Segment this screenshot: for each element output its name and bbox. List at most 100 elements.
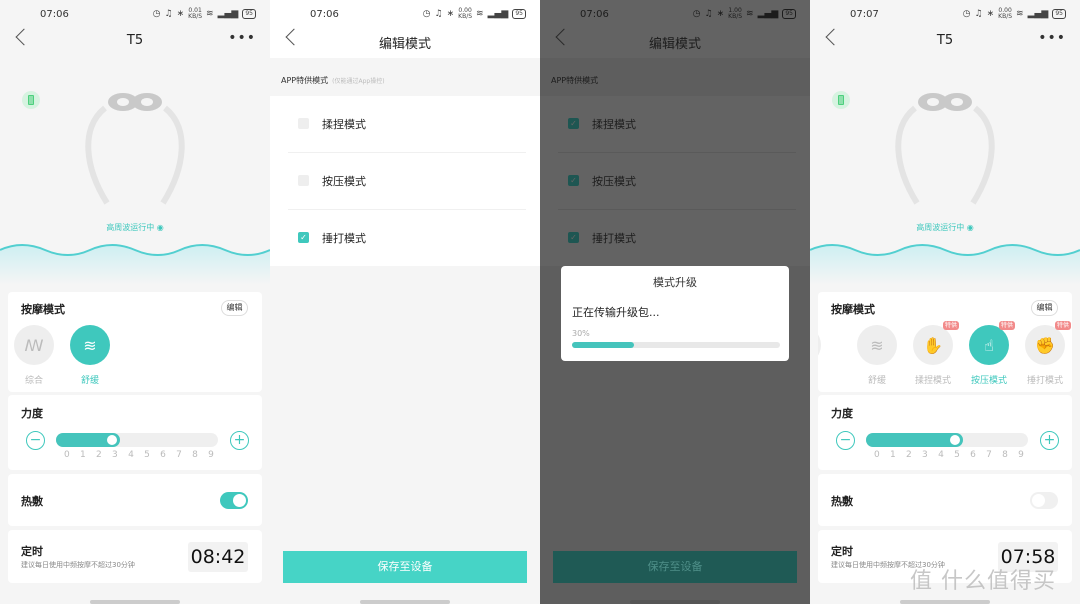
tick-label: 4 [128, 450, 134, 460]
mode-option-selected[interactable]: ≋ 舒缓 [62, 325, 118, 386]
battery-icon [832, 91, 850, 109]
massage-mode-title: 按摩模式 [831, 303, 875, 316]
tick-label: 1 [890, 450, 896, 460]
timer-hint: 建议每日使用中频按摩不超过30分钟 [21, 561, 135, 569]
device-image [895, 93, 995, 205]
section-label: APP特供模式 (仅能通过App操控) [281, 76, 385, 85]
fist-icon: ✊ 特供 [1025, 321, 1071, 365]
slider-knob[interactable] [106, 434, 118, 446]
network-speed: 1.00 KB/S [728, 7, 743, 20]
mode-row[interactable]: 按压模式 [270, 153, 540, 210]
status-icons: ◷ ♫ ∗ 0.00 KB/S ≋ ▂▄▆ 95 [423, 8, 526, 20]
status-icons: ◷ ♫ ∗ 0.00 KB/S ≋ ▂▄▆ 95 [963, 8, 1066, 20]
alarm-icon: ◷ [692, 9, 701, 19]
mode-option-partial[interactable] [818, 325, 829, 365]
mode-option[interactable]: ꟿ 综合 [6, 325, 62, 386]
massage-mode-card: 按摩模式 编辑 ≋ 舒缓 ✋ 特供 揉捏模式 ☝ 特供 按压模式 ✊ 特供 捶打模式 [818, 292, 1072, 392]
bluetooth-icon: ∗ [176, 9, 185, 19]
home-indicator[interactable] [630, 600, 720, 604]
home-indicator[interactable] [900, 600, 990, 604]
heat-title: 热敷 [21, 495, 43, 508]
decrease-button[interactable]: − [836, 431, 855, 450]
save-to-device-button[interactable]: 保存至设备 [283, 551, 527, 583]
heat-card: 热敷 [818, 474, 1072, 526]
bluetooth-icon: ∗ [986, 9, 995, 19]
heat-toggle[interactable] [220, 492, 248, 509]
slider-knob[interactable] [949, 434, 961, 446]
network-speed: 0.00 KB/S [458, 7, 473, 20]
bluetooth-icon: ∗ [716, 9, 725, 19]
heat-toggle[interactable] [1030, 492, 1058, 509]
dialog-title: 模式升级 [653, 276, 697, 289]
checkbox[interactable] [298, 175, 309, 186]
intensity-ticks: 0123456789 [64, 450, 214, 460]
timer-value[interactable]: 08:42 [188, 542, 248, 572]
mode-row[interactable]: ✓ 捶打模式 [540, 210, 810, 267]
checkbox[interactable] [298, 118, 309, 129]
status-time: 07:07 [850, 9, 879, 20]
wifi-icon: ≋ [206, 9, 214, 19]
mode-row[interactable]: ✓ 揉捏模式 [540, 96, 810, 153]
tick-label: 5 [954, 450, 960, 460]
increase-button[interactable]: + [1040, 431, 1059, 450]
intensity-slider[interactable] [56, 433, 218, 447]
signal-icon: ▂▄▆ [757, 9, 779, 19]
battery-icon [22, 91, 40, 109]
checkbox-checked: ✓ [568, 118, 579, 129]
mode-list: ✓ 揉捏模式 ✓ 按压模式 ✓ 捶打模式 [540, 96, 810, 266]
signal-icon: ▂▄▆ [487, 9, 509, 19]
alarm-icon: ◷ [152, 9, 161, 19]
device-image [85, 93, 185, 205]
timer-title: 定时 [21, 545, 43, 558]
more-button[interactable]: ••• [228, 30, 256, 46]
dialog-message: 正在传输升级包... [572, 306, 660, 319]
tick-label: 0 [64, 450, 70, 460]
status-time: 07:06 [310, 9, 339, 20]
mode-option[interactable]: ✊ 特供 捶打模式 [1017, 321, 1072, 386]
mode-option[interactable]: ✋ 特供 揉捏模式 [905, 321, 961, 386]
timer-title: 定时 [831, 545, 853, 558]
intensity-slider[interactable] [866, 433, 1028, 447]
waves-icon: ≋ [857, 325, 897, 365]
checkbox-checked[interactable]: ✓ [298, 232, 309, 243]
home-indicator[interactable] [90, 600, 180, 604]
tick-label: 4 [938, 450, 944, 460]
status-icons: ◷ ♫ ∗ 0.01 KB/S ≋ ▂▄▆ 95 [153, 8, 256, 20]
mode-row[interactable]: 揉捏模式 [270, 96, 540, 153]
mode-row[interactable]: ✓ 按压模式 [540, 153, 810, 210]
mode-option[interactable]: ≋ 舒缓 [849, 325, 905, 386]
edit-button[interactable]: 编辑 [1031, 300, 1058, 316]
page-title: 编辑模式 [648, 37, 701, 52]
timer-card: 定时 建议每日使用中频按摩不超过30分钟 08:42 [8, 530, 262, 583]
save-to-device-button[interactable]: 保存至设备 [553, 551, 797, 583]
signal-icon: ▂▄▆ [1027, 9, 1049, 19]
tick-label: 1 [80, 450, 86, 460]
tick-label: 2 [96, 450, 102, 460]
tick-label: 3 [922, 450, 928, 460]
special-badge: 特供 [998, 321, 1015, 330]
mute-icon: ♫ [164, 9, 173, 19]
home-indicator[interactable] [360, 600, 450, 604]
mode-row[interactable]: ✓ 捶打模式 [270, 210, 540, 267]
more-button[interactable]: ••• [1038, 30, 1066, 46]
mute-icon: ♫ [974, 9, 983, 19]
checkbox-checked: ✓ [568, 175, 579, 186]
edit-button[interactable]: 编辑 [221, 300, 248, 316]
increase-button[interactable]: + [230, 431, 249, 450]
kneading-hand-icon: ✋ 特供 [913, 321, 959, 365]
decrease-button[interactable]: − [26, 431, 45, 450]
alarm-icon: ◷ [422, 9, 431, 19]
wifi-icon: ≋ [1016, 9, 1024, 19]
mode-option-selected[interactable]: ☝ 特供 按压模式 [961, 321, 1017, 386]
progress-bar [572, 342, 780, 348]
device-status: 高周波运行中 ◉ [106, 223, 164, 232]
watermark-logo: 值 什么值得买 [910, 569, 1056, 594]
wifi-icon: ≋ [746, 9, 754, 19]
network-speed: 0.01 KB/S [188, 7, 203, 20]
alarm-icon: ◷ [962, 9, 971, 19]
device-screen-updated: 07:07 ◷ ♫ ∗ 0.00 KB/S ≋ ▂▄▆ 95 T5 ••• 高周波运行中… [810, 0, 1080, 604]
tick-label: 5 [144, 450, 150, 460]
tick-label: 7 [176, 450, 182, 460]
hands-icon: ꟿ [14, 325, 54, 365]
status-icons: ◷ ♫ ∗ 1.00 KB/S ≋ ▂▄▆ 95 [693, 8, 796, 20]
